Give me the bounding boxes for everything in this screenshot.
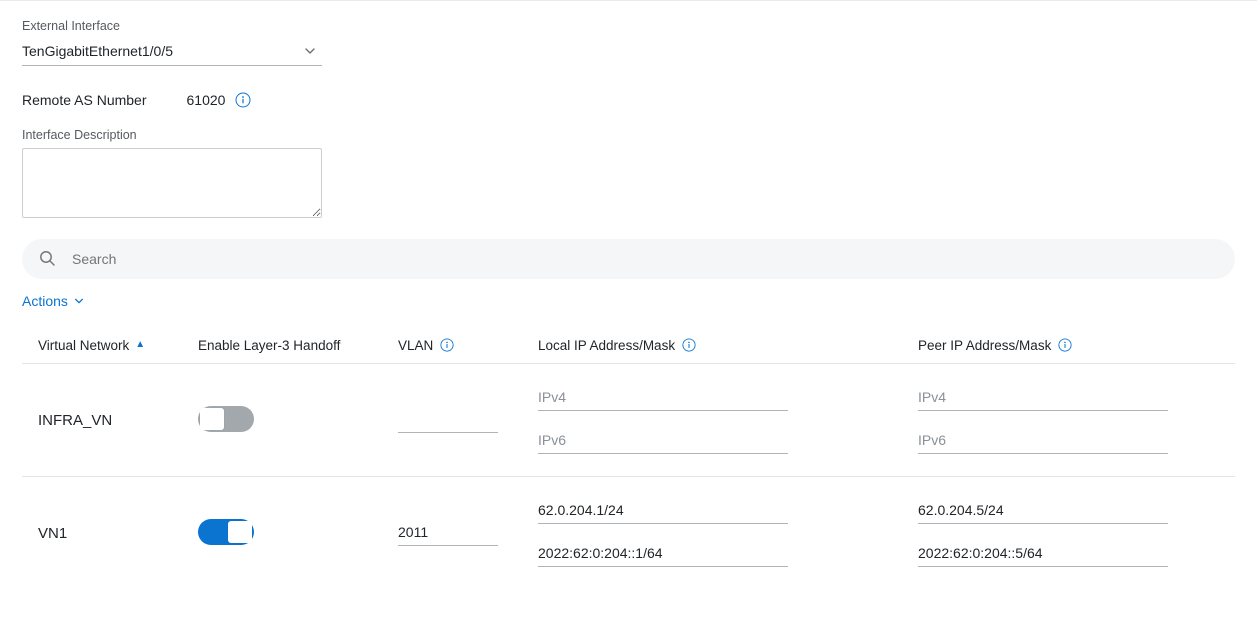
layer3-handoff-toggle[interactable] — [198, 406, 254, 432]
info-icon[interactable] — [439, 337, 455, 353]
vn-table: Virtual Network ▲ Enable Layer-3 Handoff… — [22, 327, 1235, 589]
col-layer3-handoff[interactable]: Enable Layer-3 Handoff — [198, 338, 398, 353]
interface-description-input[interactable] — [22, 148, 322, 218]
external-interface-value[interactable] — [22, 39, 322, 66]
vn-name: VN1 — [38, 525, 198, 542]
layer3-handoff-toggle[interactable] — [198, 519, 254, 545]
local-ipv4-input[interactable] — [538, 386, 788, 411]
local-ipv4-input[interactable] — [538, 499, 788, 524]
actions-label: Actions — [22, 293, 68, 309]
remote-as-label: Remote AS Number — [22, 92, 147, 108]
info-icon[interactable] — [235, 92, 251, 108]
col-layer3-handoff-label: Enable Layer-3 Handoff — [198, 338, 340, 353]
vlan-input[interactable] — [398, 408, 498, 433]
chevron-down-icon — [74, 293, 84, 309]
sort-asc-icon: ▲ — [135, 339, 145, 350]
vn-name: INFRA_VN — [38, 412, 198, 429]
table-row: VN1 — [22, 477, 1235, 589]
peer-ipv4-input[interactable] — [918, 499, 1168, 524]
col-virtual-network[interactable]: Virtual Network ▲ — [38, 338, 198, 353]
col-vlan[interactable]: VLAN — [398, 337, 538, 353]
search-input[interactable] — [70, 250, 1219, 268]
search-bar[interactable] — [22, 239, 1235, 279]
external-interface-select[interactable] — [22, 39, 322, 66]
local-ipv6-input[interactable] — [538, 542, 788, 567]
peer-ipv4-input[interactable] — [918, 386, 1168, 411]
external-interface-label: External Interface — [22, 19, 1235, 33]
info-icon[interactable] — [1057, 337, 1073, 353]
interface-description-label: Interface Description — [22, 128, 1235, 142]
table-row: INFRA_VN — [22, 364, 1235, 477]
col-virtual-network-label: Virtual Network — [38, 338, 129, 353]
col-vlan-label: VLAN — [398, 338, 433, 353]
table-header-row: Virtual Network ▲ Enable Layer-3 Handoff… — [22, 327, 1235, 364]
local-ipv6-input[interactable] — [538, 429, 788, 454]
peer-ipv6-input[interactable] — [918, 429, 1168, 454]
col-local-ip-label: Local IP Address/Mask — [538, 338, 675, 353]
peer-ipv6-input[interactable] — [918, 542, 1168, 567]
col-local-ip[interactable]: Local IP Address/Mask — [538, 337, 918, 353]
info-icon[interactable] — [681, 337, 697, 353]
actions-dropdown[interactable]: Actions — [22, 293, 84, 309]
search-icon — [38, 249, 56, 270]
vlan-input[interactable] — [398, 521, 498, 546]
col-peer-ip[interactable]: Peer IP Address/Mask — [918, 337, 1219, 353]
remote-as-value: 61020 — [187, 92, 226, 108]
col-peer-ip-label: Peer IP Address/Mask — [918, 338, 1051, 353]
